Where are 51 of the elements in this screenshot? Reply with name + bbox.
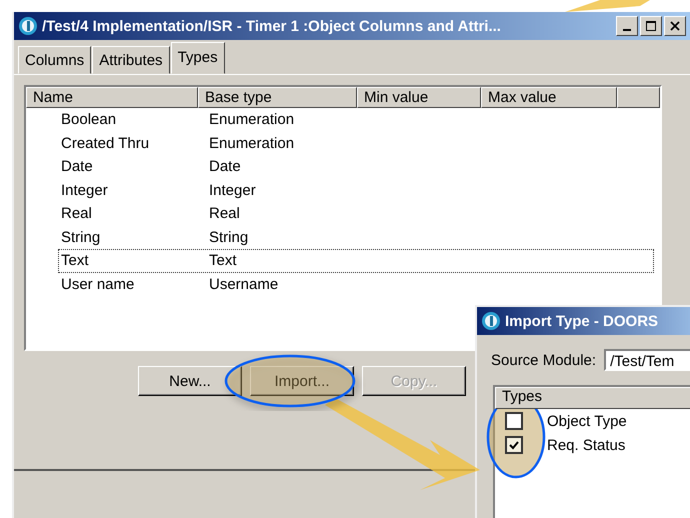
- maximize-button[interactable]: [640, 16, 662, 36]
- tab[interactable]: Types: [170, 42, 225, 74]
- close-button[interactable]: [664, 16, 686, 36]
- table-row[interactable]: User name Username: [58, 272, 654, 296]
- table-row[interactable]: Real Real: [58, 202, 654, 226]
- dialog-button[interactable]: Import...: [250, 366, 354, 396]
- table-cell: Enumeration: [209, 111, 294, 128]
- tab[interactable]: Columns: [18, 46, 92, 74]
- tab[interactable]: Attributes: [92, 46, 170, 74]
- dialog-button[interactable]: New...: [138, 366, 242, 396]
- minimize-button[interactable]: [616, 16, 638, 36]
- table-cell: Integer: [209, 182, 256, 199]
- checkbox-label: Req. Status: [547, 436, 626, 454]
- table-cell: Username: [209, 276, 278, 293]
- check-icon: [508, 439, 520, 451]
- column-header[interactable]: Types: [495, 387, 690, 409]
- table-cell: Date: [209, 158, 241, 176]
- column-header[interactable]: Base type: [198, 87, 357, 108]
- table-cell-text: Real: [60, 205, 93, 222]
- table-row[interactable]: Integer Integer: [58, 178, 654, 202]
- checkbox[interactable]: [505, 412, 523, 430]
- table-cell-text: Boolean: [60, 111, 118, 128]
- table-cell-text: User name: [60, 276, 136, 293]
- window-title: /Test/4 Implementation/ISR - Timer 1 :Object Columns and Attri...: [42, 18, 502, 34]
- table-cell: Real: [209, 205, 240, 222]
- column-header[interactable]: Min value: [357, 87, 481, 108]
- app-icon: [481, 311, 501, 331]
- field-label: Source Module:: [491, 352, 596, 368]
- table-cell-text: Integer: [60, 182, 109, 199]
- checkbox-label: Object Type: [547, 412, 627, 430]
- maximize-icon: [646, 21, 656, 31]
- app-icon: [18, 16, 38, 36]
- minimize-icon: [623, 28, 631, 30]
- table-cell: Text: [209, 252, 237, 270]
- table-cell-text: Created Thru: [60, 134, 150, 152]
- table-row[interactable]: Created Thru Enumeration: [58, 132, 654, 155]
- close-icon: [670, 21, 680, 31]
- table-cell-text: Text: [60, 252, 90, 270]
- table-row[interactable]: String String: [58, 226, 654, 249]
- table-cell-text: String: [60, 228, 102, 246]
- column-header[interactable]: Max value: [481, 87, 617, 108]
- table-cell: Enumeration: [209, 134, 294, 152]
- window-title: Import Type - DOORS: [505, 312, 660, 330]
- table-cell-text: Date: [60, 158, 94, 176]
- table-row[interactable]: Boolean Enumeration: [58, 108, 654, 132]
- checkbox[interactable]: [505, 436, 523, 454]
- column-header[interactable]: Name: [26, 87, 198, 108]
- table-cell: String: [209, 228, 248, 246]
- table-row[interactable]: Date Date: [58, 155, 654, 178]
- source-module-field[interactable]: /Test/Tem: [604, 349, 690, 371]
- table-row[interactable]: Text Text: [58, 249, 654, 272]
